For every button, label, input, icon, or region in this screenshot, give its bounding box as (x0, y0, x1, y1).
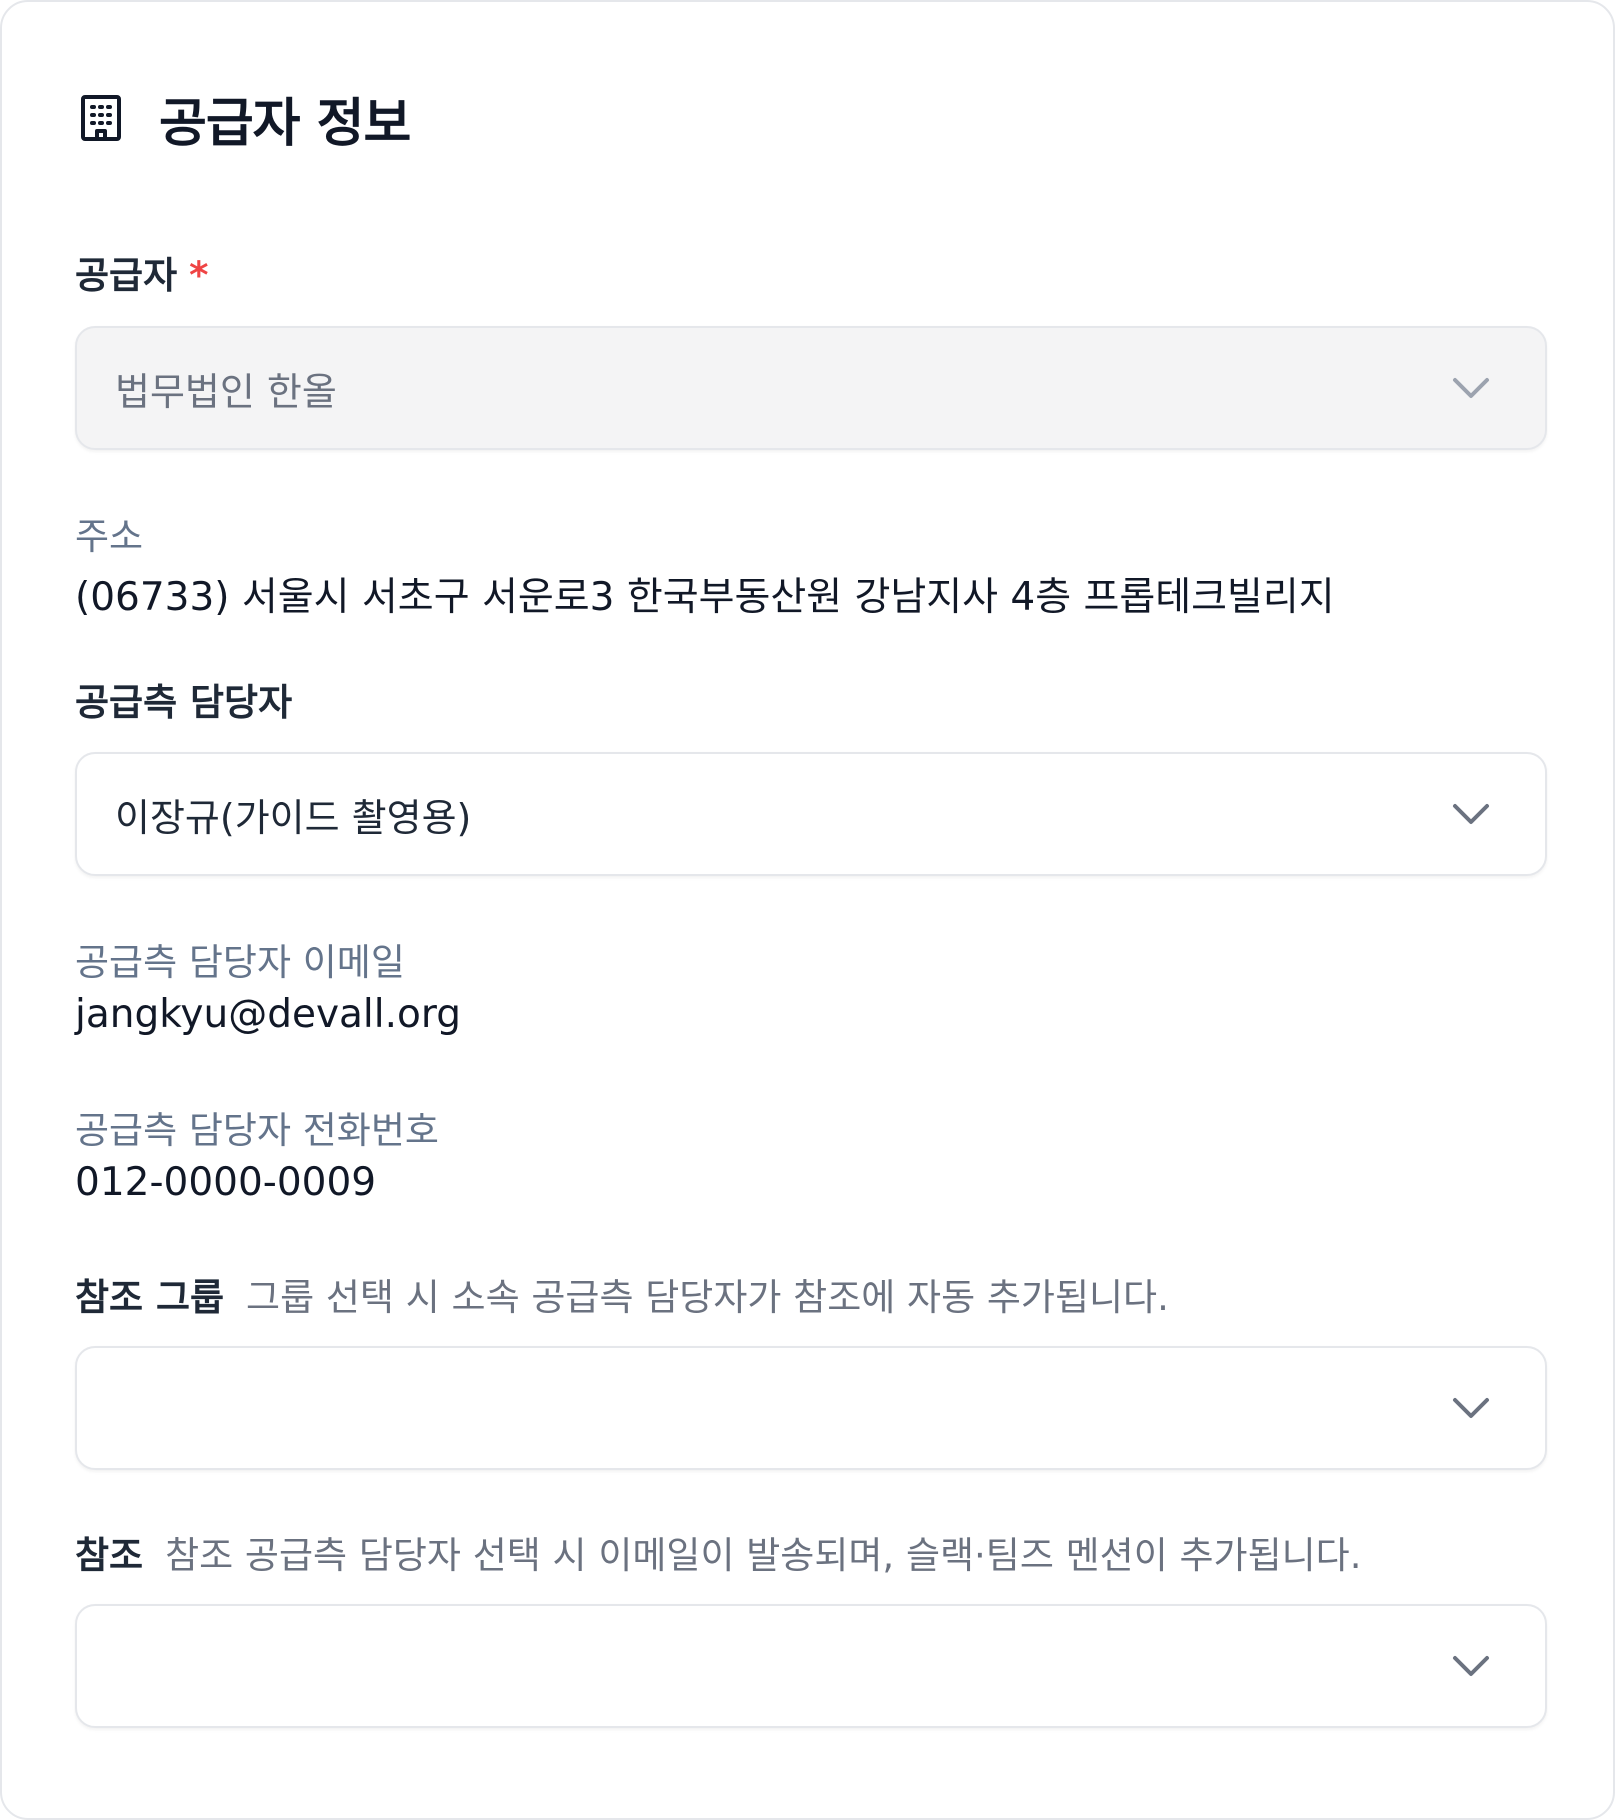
reference-group-label-text: 참조 그룹 (75, 1276, 225, 1319)
reference-label: 참조 참조 공급측 담당자 선택 시 이메일이 발송되며, 슬랙·팀즈 멘션이 … (75, 1525, 1361, 1579)
reference-label-text: 참조 (75, 1534, 144, 1577)
reference-group-label: 참조 그룹 그룹 선택 시 소속 공급측 담당자가 참조에 자동 추가됩니다. (75, 1267, 1169, 1321)
chevron-down-icon[interactable] (1451, 1646, 1491, 1686)
chevron-down-icon[interactable] (1451, 794, 1491, 834)
chevron-down-icon (1451, 368, 1491, 408)
required-mark: * (189, 254, 209, 297)
supplier-label: 공급자 * (75, 245, 208, 299)
address-value: (06733) 서울시 서초구 서운로3 한국부동산원 강남지사 4층 프롭테크… (75, 575, 1335, 620)
contact-email-label: 공급측 담당자 이메일 (75, 941, 405, 984)
contact-email-value: jangkyu@devall.org (75, 992, 461, 1037)
chevron-down-icon[interactable] (1451, 1388, 1491, 1428)
reference-hint: 참조 공급측 담당자 선택 시 이메일이 발송되며, 슬랙·팀즈 멘션이 추가됩… (165, 1534, 1362, 1577)
supplier-info-card: 공급자 정보 공급자 * 법무법인 한올 주소 (06733) 서울시 서초구 … (0, 0, 1615, 1820)
section-header: 공급자 정보 (75, 82, 411, 154)
contact-phone-label: 공급측 담당자 전화번호 (75, 1109, 439, 1152)
building-icon (75, 92, 127, 144)
supplier-contact-label-text: 공급측 담당자 (75, 681, 293, 724)
supplier-contact-select-value: 이장규(가이드 촬영용) (115, 795, 472, 840)
address-label: 주소 (75, 515, 144, 558)
supplier-contact-label: 공급측 담당자 (75, 672, 292, 726)
reference-group-select[interactable] (75, 1346, 1547, 1470)
section-title: 공급자 정보 (159, 93, 411, 154)
reference-select[interactable] (75, 1604, 1547, 1728)
supplier-contact-select[interactable]: 이장규(가이드 촬영용) (75, 752, 1547, 876)
supplier-label-text: 공급자 (75, 254, 178, 297)
supplier-select: 법무법인 한올 (75, 326, 1547, 450)
contact-phone-value: 012-0000-0009 (75, 1160, 377, 1205)
reference-group-hint: 그룹 선택 시 소속 공급측 담당자가 참조에 자동 추가됩니다. (246, 1276, 1169, 1319)
supplier-select-value: 법무법인 한올 (115, 369, 337, 414)
